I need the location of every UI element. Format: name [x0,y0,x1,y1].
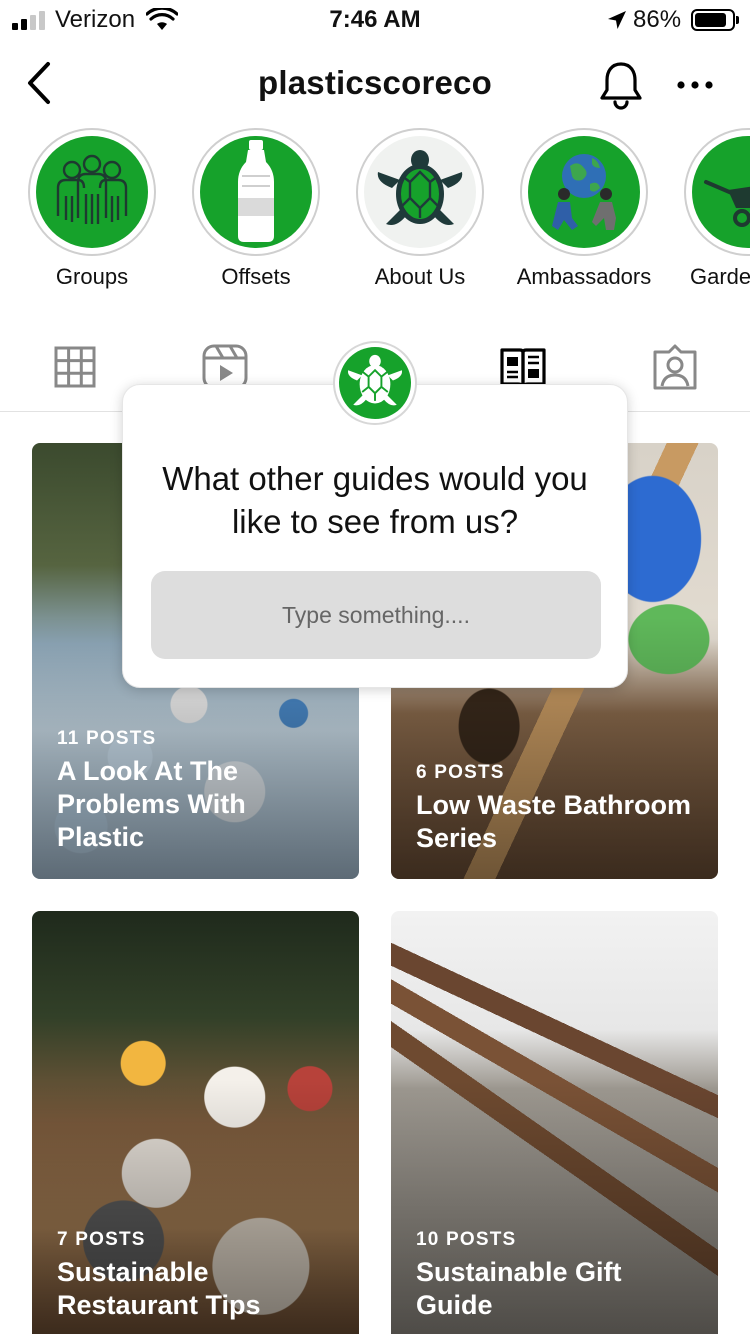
bell-icon [600,62,642,110]
post-count: 7 POSTS [57,1229,146,1250]
highlight-ring [356,128,484,256]
wheelbarrow-icon [692,136,750,248]
guide-title: Low Waste Bathroom Series [416,790,692,853]
popup-question: What other guides would you like to see … [162,460,588,540]
location-arrow-icon [608,11,626,29]
guide-title: Sustainable Restaurant Tips [57,1257,261,1320]
highlight-ring [192,128,320,256]
story-highlights: Groups Offsets About Us Ambassadors Gard… [0,126,750,296]
grid-icon [54,346,96,388]
tagged-tab[interactable] [650,342,700,392]
popup-avatar [333,341,417,425]
answer-input[interactable] [151,571,601,659]
more-options-button[interactable] [672,70,718,100]
post-count: 11 POSTS [57,728,157,749]
profile-header: plasticscoreco [0,50,750,120]
status-bar: Verizon 7:46 AM 86% [0,0,750,40]
post-count: 10 POSTS [416,1229,517,1250]
post-count: 6 POSTS [416,762,505,783]
tagged-person-icon [653,344,697,390]
globe-people-icon [528,136,640,248]
turtle-icon [339,347,411,419]
more-dots-icon [677,81,713,89]
turtle-icon [364,136,476,248]
battery-fill [695,13,726,27]
guide-card-sustainable-restaurant[interactable]: 7 POSTS Sustainable Restaurant Tips [32,911,359,1334]
bottle-icon [200,136,312,248]
guide-title: Sustainable Gift Guide [416,1257,622,1320]
highlight-ring [684,128,750,256]
highlight-label: Garde [690,264,750,289]
question-sticker-popup: What other guides would you like to see … [122,384,628,688]
highlight-ring [28,128,156,256]
highlight-ring [520,128,648,256]
guide-title: A Look At The Problems With Plastic [57,756,246,852]
battery-percent: 86% [633,6,682,33]
guide-card-sustainable-gift[interactable]: 10 POSTS Sustainable Gift Guide [391,911,718,1334]
highlight-label: Ambassadors [516,264,652,289]
grid-tab[interactable] [50,342,100,392]
notifications-button[interactable] [596,58,646,110]
battery-icon [691,9,739,31]
people-icon [36,136,148,248]
